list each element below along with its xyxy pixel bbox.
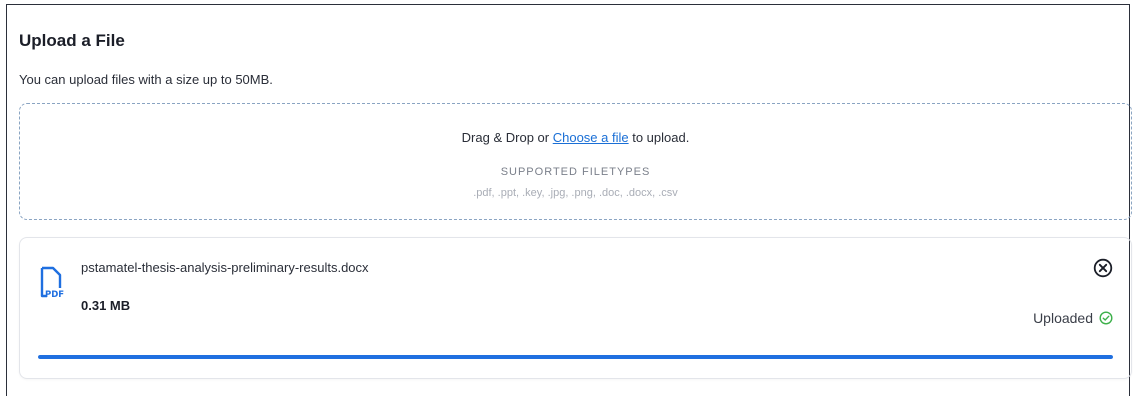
dropzone-instructions: Drag & Drop or Choose a file to upload. <box>20 130 1131 145</box>
pdf-icon-label: PDF <box>45 290 64 300</box>
upload-progress-fill <box>38 355 1113 359</box>
uploaded-file-card: PDF pstamatel-thesis-analysis-preliminar… <box>19 237 1132 379</box>
supported-filetypes-list: .pdf, .ppt, .key, .jpg, .png, .doc, .doc… <box>473 187 678 199</box>
choose-file-link[interactable]: Choose a file <box>553 130 629 145</box>
upload-status: Uploaded <box>1033 310 1113 326</box>
pdf-file-icon: PDF <box>40 266 64 300</box>
dropzone[interactable]: Drag & Drop or Choose a file to upload. … <box>19 103 1132 220</box>
close-circle-icon[interactable] <box>1093 258 1113 278</box>
supported-filetypes-heading: SUPPORTED FILETYPES <box>500 166 651 178</box>
upload-progress-bar <box>38 355 1113 359</box>
file-name: pstamatel-thesis-analysis-preliminary-re… <box>81 260 369 275</box>
dropzone-prefix-text: Drag & Drop or <box>461 130 553 145</box>
upload-status-text: Uploaded <box>1033 310 1093 326</box>
page-title: Upload a File <box>19 31 125 50</box>
upload-size-hint: You can upload files with a size up to 5… <box>19 72 273 87</box>
file-size: 0.31 MB <box>81 298 131 313</box>
check-circle-icon <box>1099 311 1113 325</box>
dropzone-suffix-text: to upload. <box>628 130 690 145</box>
